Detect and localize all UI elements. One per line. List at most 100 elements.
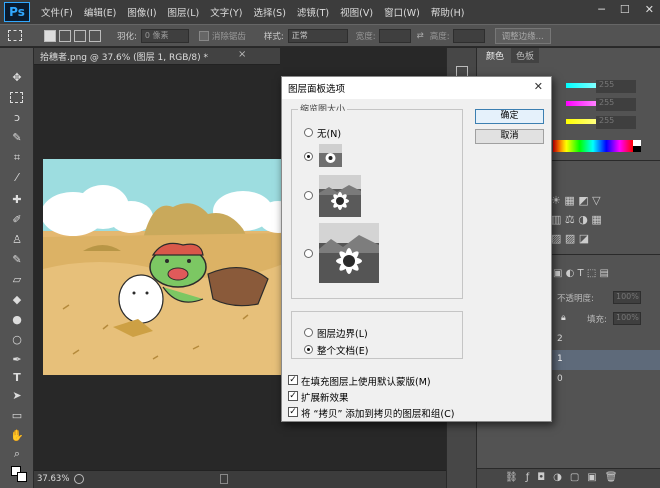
zoom-tool-icon[interactable]: ⌕ <box>9 446 25 462</box>
layer-name: 2 <box>557 334 563 344</box>
window-controls: ─ ☐ ✕ <box>598 3 654 16</box>
dodge-tool-icon[interactable]: ○ <box>9 332 25 348</box>
menu-layer[interactable]: 图层(L) <box>168 5 200 19</box>
width-input[interactable] <box>378 28 411 43</box>
clone-stamp-tool-icon[interactable]: ♙ <box>9 232 25 248</box>
menu-edit[interactable]: 编辑(E) <box>84 5 116 19</box>
photoshop-logo: Ps <box>4 2 30 22</box>
document-tab-title: 拾穗者.png @ 37.6% (图层 1, RGB/8) * <box>40 53 209 63</box>
menu-select[interactable]: 选择(S) <box>253 5 285 19</box>
type-tool-icon[interactable]: T <box>9 370 25 386</box>
hand-tool-icon[interactable]: ✋ <box>9 428 25 444</box>
tools-panel: ✥ ↄ ✎ ⌗ ⁄ ✚ ✐ ♙ ✎ ▱ ◆ ● ○ ✒ T ➤ ▭ ✋ ⌕ <box>0 48 34 488</box>
lasso-tool-icon[interactable]: ↄ <box>9 110 25 126</box>
maximize-button[interactable]: ☐ <box>620 3 630 16</box>
brush-tool-icon[interactable]: ✐ <box>9 212 25 228</box>
color-spectrum[interactable] <box>553 140 633 152</box>
menu-window[interactable]: 窗口(W) <box>384 5 420 19</box>
ok-button[interactable]: 确定 <box>475 109 544 124</box>
feather-label: 羽化: <box>117 31 137 42</box>
move-tool-icon[interactable]: ✥ <box>9 70 25 86</box>
menu-bar: Ps 文件(F) 编辑(E) 图像(I) 图层(L) 文字(Y) 选择(S) 滤… <box>0 0 660 24</box>
photoshop-window: Ps 文件(F) 编辑(E) 图像(I) 图层(L) 文字(Y) 选择(S) 滤… <box>0 0 660 488</box>
opacity-input[interactable]: 100% <box>613 291 641 304</box>
crop-tool-icon[interactable]: ⌗ <box>9 150 25 166</box>
thumb-small-preview <box>319 144 342 167</box>
background-color-swatch[interactable] <box>17 472 27 482</box>
thumb-none-radio[interactable] <box>304 128 313 137</box>
style-label: 样式: <box>263 31 284 42</box>
antialias-checkbox[interactable] <box>198 30 209 41</box>
green-value[interactable]: 255 <box>596 98 636 111</box>
thumb-medium-radio[interactable] <box>304 191 313 200</box>
dialog-titlebar[interactable]: 图层面板选项 ✕ <box>282 77 551 99</box>
marquee-preset-icon[interactable] <box>8 30 22 41</box>
minimize-button[interactable]: ─ <box>598 3 605 16</box>
layer-footer-icons[interactable]: ⛓ƒ◘◑▢▣🗑︎ <box>477 468 660 488</box>
pen-tool-icon[interactable]: ✒ <box>9 352 25 368</box>
refine-edge-button[interactable]: 调整边缘... <box>494 27 551 44</box>
blue-value[interactable]: 255 <box>596 116 636 129</box>
layer-filter-icons[interactable]: ▣ ◐ T ⬚ ▤ <box>553 268 653 282</box>
subtract-selection-icon[interactable] <box>74 29 86 42</box>
path-select-tool-icon[interactable]: ➤ <box>9 388 25 404</box>
document-tab[interactable]: 拾穗者.png @ 37.6% (图层 1, RGB/8) * × <box>34 48 280 65</box>
paint-bucket-tool-icon[interactable]: ◆ <box>9 292 25 308</box>
default-masks-checkbox[interactable]: ✓ <box>288 375 298 385</box>
dialog-close-icon[interactable]: ✕ <box>534 80 543 93</box>
close-document-icon[interactable]: × <box>238 49 246 60</box>
menu-image[interactable]: 图像(I) <box>127 5 156 19</box>
eraser-tool-icon[interactable]: ▱ <box>9 272 25 288</box>
new-selection-icon[interactable] <box>44 29 56 42</box>
default-masks-label: 在填充图层上使用默认蒙版(M) <box>301 377 431 388</box>
healing-brush-tool-icon[interactable]: ✚ <box>9 192 25 208</box>
black-swatch[interactable] <box>633 146 641 152</box>
lock-icon[interactable]: 🔒︎ <box>561 313 566 323</box>
entire-document-radio[interactable] <box>304 345 313 354</box>
expand-effects-label: 扩展新效果 <box>301 393 349 404</box>
entire-document-label: 整个文档(E) <box>317 346 369 357</box>
feather-input[interactable]: 0 像素 <box>140 28 189 43</box>
close-button[interactable]: ✕ <box>645 3 654 16</box>
menu-help[interactable]: 帮助(H) <box>431 5 465 19</box>
intersect-selection-icon[interactable] <box>89 29 101 42</box>
thumb-large-radio[interactable] <box>304 249 313 258</box>
menu-view[interactable]: 视图(V) <box>340 5 373 19</box>
width-label: 宽度: <box>355 31 376 42</box>
style-select[interactable]: 正常 <box>287 28 348 43</box>
menu-type[interactable]: 文字(Y) <box>210 5 242 19</box>
artwork-image <box>43 159 283 375</box>
scroll-left-icon[interactable] <box>220 474 228 484</box>
add-copy-checkbox[interactable]: ✓ <box>288 407 298 417</box>
fill-label: 填充: <box>587 315 607 325</box>
swap-icon[interactable]: ⇄ <box>417 31 424 41</box>
thumb-none-label: 无(N) <box>317 129 342 140</box>
layer-bounds-radio[interactable] <box>304 328 313 337</box>
tab-color[interactable]: 颜色 <box>481 48 510 63</box>
eyedropper-tool-icon[interactable]: ⁄ <box>9 170 25 186</box>
tab-swatches[interactable]: 色板 <box>511 48 540 63</box>
layer-bounds-label: 图层边界(L) <box>317 329 368 340</box>
menu-filter[interactable]: 滤镜(T) <box>297 5 329 19</box>
blur-tool-icon[interactable]: ● <box>9 312 25 328</box>
fill-input[interactable]: 100% <box>613 312 641 325</box>
thumb-medium-preview <box>319 175 361 217</box>
red-value[interactable]: 255 <box>596 80 636 93</box>
layer-name: 1 <box>557 354 563 364</box>
quick-select-tool-icon[interactable]: ✎ <box>9 130 25 146</box>
menu-file[interactable]: 文件(F) <box>41 5 73 19</box>
thumb-small-radio[interactable] <box>304 152 313 161</box>
zoom-level[interactable]: 37.63% <box>37 474 69 484</box>
height-input[interactable] <box>452 28 485 43</box>
add-selection-icon[interactable] <box>59 29 71 42</box>
status-bar: 37.63% <box>34 470 478 488</box>
rectangle-tool-icon[interactable]: ▭ <box>9 408 25 424</box>
history-brush-tool-icon[interactable]: ✎ <box>9 252 25 268</box>
marquee-tool-icon[interactable] <box>10 92 23 103</box>
adjustment-icons-row1[interactable]: ☀ ▦ ◩ ▽ <box>551 194 651 208</box>
adjustment-icons-row2[interactable]: ▥ ⚖ ◑ ▦ <box>551 213 651 227</box>
adjustment-icons-row3[interactable]: ▨ ▨ ◪ <box>551 232 651 246</box>
doc-info-icon[interactable] <box>74 474 84 484</box>
cancel-button[interactable]: 取消 <box>475 129 544 144</box>
expand-effects-checkbox[interactable]: ✓ <box>288 391 298 401</box>
